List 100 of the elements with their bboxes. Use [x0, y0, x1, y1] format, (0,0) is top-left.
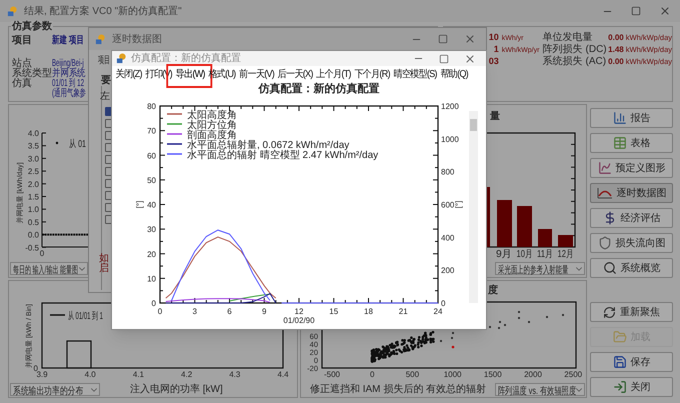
close-icon[interactable]: [464, 52, 476, 64]
sidebar-button[interactable]: 重新聚焦: [590, 302, 673, 322]
axis-tick-label: 4.0: [28, 129, 39, 138]
sidebar-button[interactable]: 表格: [590, 133, 673, 153]
axis-tick-label: 0.0: [28, 230, 39, 240]
y-tick-label: 10: [147, 274, 157, 284]
scrollbar[interactable]: [469, 111, 478, 303]
chart-title: 仿真配置：新的仿真配置: [258, 83, 380, 95]
app-logo-icon: [116, 53, 127, 64]
result-value: 0.00: [607, 56, 624, 67]
menu-item[interactable]: 关闭(Z): [114, 68, 143, 80]
axis-tick-label: 2.0: [28, 180, 39, 189]
axis-tick-label: 2500: [564, 370, 582, 379]
x-tick-label: 12: [294, 307, 304, 316]
sidebar-button[interactable]: 经济评估: [590, 208, 673, 228]
axis-tick-label: 3.9: [36, 370, 48, 379]
field-label: 仿真: [12, 79, 33, 89]
sidebar-button[interactable]: 损失流向图: [590, 233, 673, 253]
axis-tick-label: 500: [406, 370, 420, 379]
result-label: 系统损失 (AC): [542, 56, 606, 67]
maximize-icon[interactable]: [631, 6, 641, 16]
axis-tick-label: 0: [40, 249, 44, 258]
chart-title: 量: [490, 111, 500, 122]
sidebar-button[interactable]: 预定义图形: [590, 158, 673, 178]
x-tick-label: 21: [398, 307, 408, 316]
x-tick-label: 0: [158, 307, 163, 316]
close-icon[interactable]: [464, 33, 476, 45]
axis-tick-label: 4.0: [84, 370, 96, 379]
table-icon: [612, 136, 626, 150]
search-icon: [602, 261, 616, 275]
x-tick-label: 24: [434, 307, 443, 316]
result-value: 1.48: [607, 44, 624, 56]
menu-item[interactable]: 帮助(Q): [439, 68, 469, 80]
axis-tick-label: 1500: [484, 370, 502, 379]
save-icon: [612, 355, 626, 369]
axis-tick-label: 0.5: [28, 218, 39, 227]
sidebar-button[interactable]: 报告: [590, 108, 673, 128]
month-label: 9月: [496, 249, 512, 259]
field-label: 项目: [12, 35, 33, 46]
bar-chart-icon: [612, 111, 626, 125]
axis-tick-label: 4.2: [181, 370, 192, 379]
field-value: 01/01 到 12: [52, 79, 84, 89]
chart-type-dropdown[interactable]: 采光面上的参考入射能量: [495, 262, 585, 275]
chart-type-dropdown[interactable]: 系统输出功率的分布: [10, 383, 100, 396]
menu-item[interactable]: 前一天(V): [238, 68, 275, 80]
sidebar-button[interactable]: 关闭: [590, 377, 673, 397]
axis-title: 修正遮挡和 IAM 损失后的 有效总的辐射: [308, 384, 488, 395]
result-value: 03: [488, 56, 499, 66]
sidebar-button[interactable]: 逐时数据图: [590, 183, 673, 203]
y-tick-label: 60: [147, 151, 157, 160]
axis-tick-label: -500: [324, 370, 340, 379]
sidebar-button[interactable]: 系统概览: [590, 258, 673, 278]
result-label: 阵列损失 (DC): [542, 44, 606, 56]
window-title: 逐时数据图: [112, 32, 162, 46]
field-value: Beijing/Bei-j: [52, 59, 84, 69]
y-tick-label: 40: [147, 200, 157, 210]
axis-tick-label: 4.3: [229, 370, 240, 379]
warning-text: 如: [99, 254, 110, 264]
result-label: 单位发电量: [542, 32, 594, 44]
curve-chart-icon: [596, 187, 612, 199]
menu-item[interactable]: 上个月(T): [315, 68, 352, 80]
field-label: 左: [100, 91, 110, 102]
axis-tick-label: 4.4: [277, 370, 289, 379]
scrollbar-thumb[interactable]: [470, 119, 477, 131]
field-label: 系统类型: [12, 69, 52, 79]
menu-item[interactable]: 导出(W): [174, 68, 206, 80]
line-series: [165, 236, 276, 299]
axis-tick-label: 3.5: [28, 142, 39, 151]
axis-tick-label: 3.0: [28, 154, 39, 164]
result-value: 0.00: [607, 32, 624, 44]
chart-type-dropdown[interactable]: 阵列温度 vs. 有效辐照度: [495, 383, 585, 396]
y-tick-label: 50: [147, 176, 157, 185]
legend-label: 剖面高度角: [187, 129, 237, 141]
close-icon[interactable]: [659, 5, 671, 17]
axis-tick-label: 1000: [444, 370, 462, 379]
x-tick-label: 6: [227, 307, 232, 316]
x-tick-label: 18: [364, 307, 374, 316]
field-label: 站点: [12, 59, 32, 69]
menu-item[interactable]: 后一天(X): [276, 68, 314, 80]
axis-tick-label: 1.0: [28, 205, 39, 214]
y-tick-label: 0: [152, 299, 157, 308]
y-tick-label: 80: [147, 102, 157, 111]
field-note: (通用气象参: [52, 89, 86, 99]
field-value: 并网系统: [52, 69, 86, 79]
window-title: 仿真配置：新的仿真配置: [131, 53, 241, 64]
chart-type-dropdown[interactable]: 每日的 输入/输出 能量图: [10, 262, 88, 275]
menu-item[interactable]: 晴空模型(S): [392, 68, 438, 80]
folder-icon: [612, 330, 626, 344]
x-tick-label: 3: [192, 307, 198, 316]
x-tick-label: 9: [262, 307, 268, 316]
legend-label: 水平面总辐射量, 0.0672 kWh/m²/day: [187, 139, 350, 151]
axis-tick-label: 0: [34, 364, 38, 373]
axis-tick-label: 2000: [524, 370, 542, 379]
group-label: 要: [101, 75, 111, 86]
sidebar-button[interactable]: 保存: [590, 352, 673, 372]
section-heading: 仿真参数: [11, 21, 53, 32]
field-label: 项目: [98, 55, 118, 66]
month-label: 11月: [537, 249, 558, 259]
line-series: [165, 293, 276, 304]
menu-item[interactable]: 下个月(R): [353, 68, 391, 80]
